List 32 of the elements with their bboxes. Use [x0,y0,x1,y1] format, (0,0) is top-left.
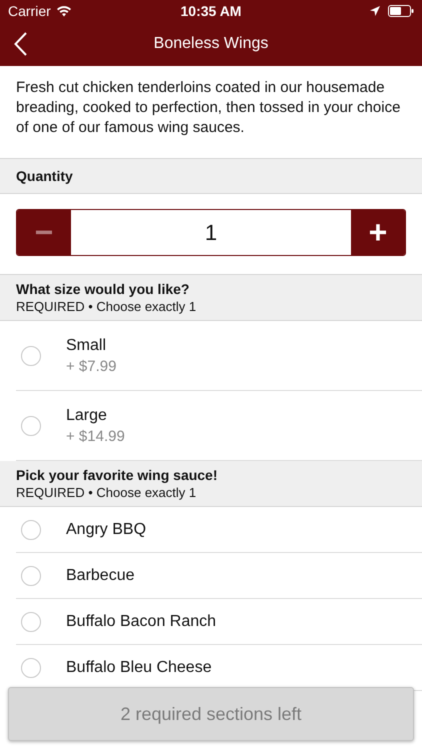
option-row[interactable]: Barbecue [16,553,422,599]
wifi-icon [56,5,72,17]
option-price: + $14.99 [66,428,125,446]
carrier-label: Carrier [8,3,51,19]
radio-button[interactable] [21,612,41,632]
option-label: Small [66,336,108,354]
section-title: Quantity [16,168,74,184]
increment-button[interactable]: + [351,210,405,255]
option-label: Buffalo Bleu Cheese [66,658,212,677]
back-chevron-icon [14,32,27,56]
option-label: Buffalo Bacon Ranch [66,612,216,631]
battery-icon [388,5,414,17]
section-subtitle: REQUIRED • Choose exactly 1 [16,299,198,314]
radio-button[interactable] [21,520,41,540]
nav-title: Boneless Wings [154,35,268,53]
section-title: What size would you like? [16,281,190,297]
section-subtitle: REQUIRED • Choose exactly 1 [16,485,198,500]
radio-button[interactable] [21,416,41,436]
quantity-value: 1 [204,218,218,246]
radio-button[interactable] [21,566,41,586]
status-time: 10:35 AM [180,3,242,19]
radio-button[interactable] [21,346,41,366]
option-label: Barbecue [66,566,134,585]
option-label: Angry BBQ [66,520,146,539]
radio-button[interactable] [21,658,41,678]
section-title: Pick your favorite wing sauce! [16,467,219,483]
location-icon [370,6,380,16]
option-label: Large [66,406,108,424]
option-price: + $7.99 [66,358,116,376]
option-row[interactable]: Buffalo Bacon Ranch [16,599,422,645]
option-row[interactable]: Angry BBQ [16,507,422,553]
option-row[interactable]: Small + $7.99 [16,321,422,391]
